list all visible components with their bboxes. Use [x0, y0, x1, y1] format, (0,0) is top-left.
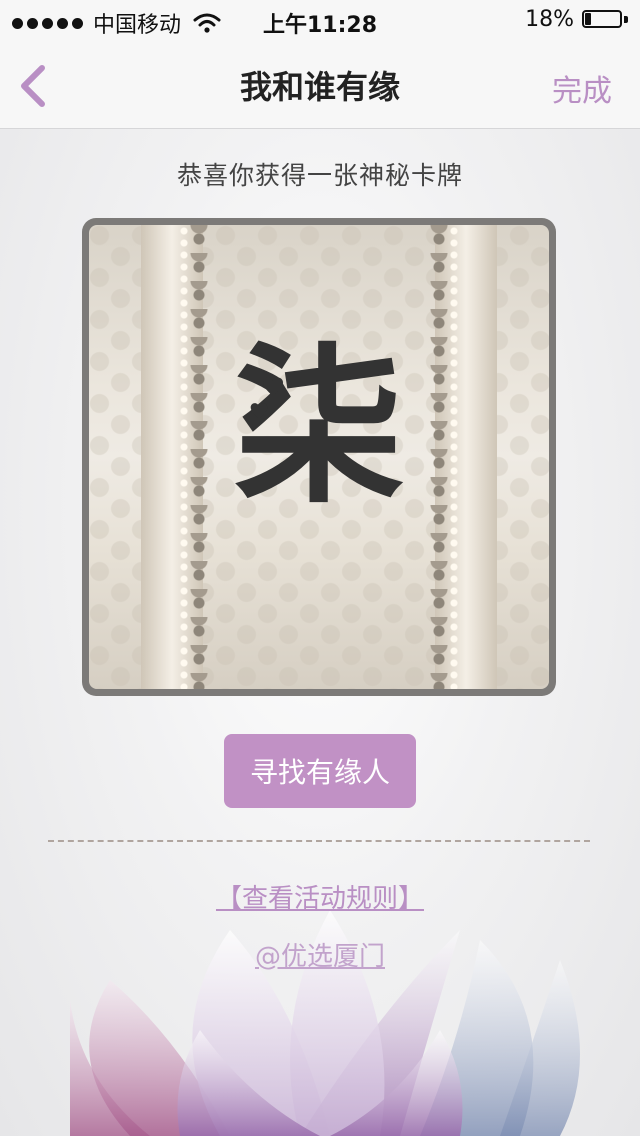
- done-button[interactable]: 完成: [552, 66, 612, 110]
- congrats-subtitle: 恭喜你获得一张神秘卡牌: [176, 161, 463, 190]
- heart-icon: [250, 403, 268, 419]
- source-account-link[interactable]: @优选厦门: [0, 936, 640, 973]
- dashed-divider: [48, 840, 590, 842]
- status-right: 18%: [525, 7, 628, 32]
- mystery-card: 柒: [82, 218, 556, 696]
- status-bar: 中国移动 上午11:28 18%: [0, 0, 640, 40]
- activity-rules-link[interactable]: 【查看活动规则】: [0, 878, 640, 915]
- card-face: 柒: [89, 225, 549, 689]
- navigation-bar: 我和谁有缘 完成: [0, 40, 640, 129]
- heart-icon: [263, 377, 283, 396]
- page-title: 我和谁有缘: [239, 68, 400, 106]
- battery-fill: [585, 12, 591, 25]
- find-match-button[interactable]: 寻找有缘人: [224, 734, 416, 808]
- battery-percent: 18%: [525, 7, 574, 32]
- card-number-glyph: 柒: [233, 329, 404, 527]
- battery-tip: [624, 15, 628, 23]
- battery-icon: [582, 9, 628, 30]
